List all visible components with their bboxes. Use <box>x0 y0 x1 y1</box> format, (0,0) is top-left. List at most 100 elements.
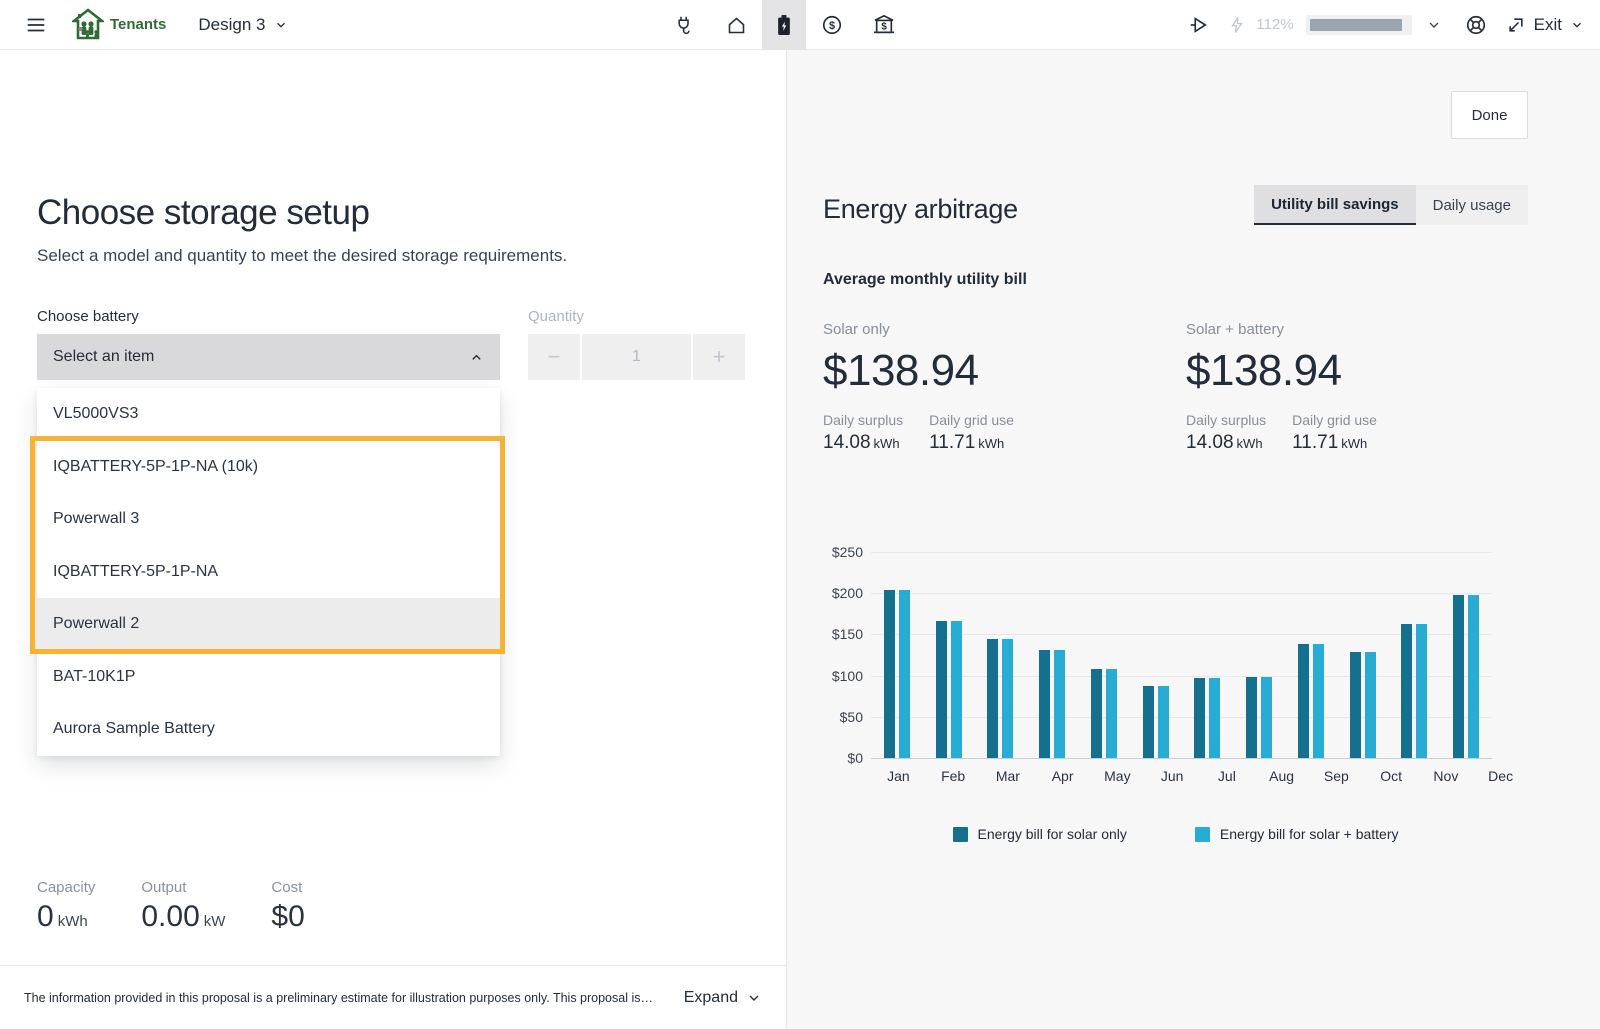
battery-icon[interactable] <box>762 0 806 50</box>
bill-detail-value: 11.71kWh <box>1292 432 1377 454</box>
expand-label: Expand <box>684 989 738 1007</box>
chart-y-axis: $250$200$150$100$50$0 <box>823 552 871 758</box>
bar-group-oct <box>1337 552 1389 758</box>
energy-arbitrage-panel: Done Energy arbitrage Utility bill savin… <box>787 50 1600 1029</box>
page-subtitle: Select a model and quantity to meet the … <box>37 246 786 266</box>
dropdown-item[interactable]: Aurora Sample Battery <box>37 703 500 756</box>
bill-detail: Daily surplus14.08kWh <box>1186 412 1266 454</box>
bar-group-sep <box>1285 552 1337 758</box>
bill-column: Solar only $138.94 Daily surplus 14.08kWh Da… <box>823 321 1186 454</box>
quantity-increment-button[interactable]: + <box>693 334 745 380</box>
legend-label: Energy bill for solar only <box>978 826 1127 842</box>
chart-bars <box>871 552 1492 758</box>
quantity-field-label: Quantity <box>528 308 745 325</box>
exit-label: Exit <box>1534 15 1562 35</box>
bar-group-feb <box>923 552 975 758</box>
plug-icon[interactable] <box>658 0 710 50</box>
quantity-field: Quantity − 1 + <box>528 308 745 380</box>
dropdown-item[interactable]: IQBATTERY-5P-1P-NA <box>37 546 500 599</box>
monthly-bill-chart: $250$200$150$100$50$0 <box>823 552 1492 758</box>
bar-energy-bill-for-solar-only <box>1246 677 1257 758</box>
x-tick-label: Feb <box>926 768 981 784</box>
bill-column-value: $138.94 <box>1186 346 1528 396</box>
home-icon[interactable] <box>710 0 762 50</box>
main-area: Choose storage setup Select a model and … <box>0 50 1600 1029</box>
bar-energy-bill-for-solar-only <box>1453 595 1464 758</box>
x-tick-label: Apr <box>1035 768 1090 784</box>
bill-columns: Solar only$138.94Daily surplus14.08kWhDa… <box>823 321 1528 454</box>
bill-detail: Daily grid use11.71kWh <box>929 412 1014 454</box>
bill-detail-label: Daily grid use <box>1292 412 1377 428</box>
bill-detail-label: Daily grid use <box>929 412 1014 428</box>
summary-stat: Cost$0 <box>271 879 304 934</box>
send-icon[interactable] <box>1176 0 1220 50</box>
bar-energy-bill-for-solar-only <box>1143 686 1154 759</box>
logo-label: Tenants <box>110 16 166 33</box>
bar-energy-bill-for-solar-battery <box>1261 677 1272 758</box>
topbar-mode-icons: $ $ <box>658 0 910 50</box>
app-root: Tenants Design 3 <box>0 0 1600 1029</box>
bar-energy-bill-for-solar-only <box>884 590 895 758</box>
bar-group-jan <box>871 552 923 758</box>
bill-column: Solar + battery$138.94Daily surplus14.08… <box>1186 321 1528 454</box>
dropdown-item[interactable]: VL5000VS3 <box>37 388 500 441</box>
progress-bar[interactable] <box>1306 15 1412 35</box>
y-tick-label: $50 <box>840 709 863 725</box>
done-button[interactable]: Done <box>1451 91 1528 139</box>
summary-stat-label: Capacity <box>37 879 95 896</box>
summary-stat-label: Cost <box>271 879 304 896</box>
x-tick-label: Jun <box>1145 768 1200 784</box>
dropdown-item[interactable]: Powerwall 2 <box>37 598 500 651</box>
bill-detail-label: Daily surplus <box>823 412 903 428</box>
bar-energy-bill-for-solar-battery <box>1106 669 1117 758</box>
lightning-icon <box>1224 0 1250 50</box>
bill-column-label: Solar only <box>823 321 1186 338</box>
battery-select[interactable]: Select an item <box>37 334 500 380</box>
bar-group-may <box>1078 552 1130 758</box>
dollar-coin-icon[interactable]: $ <box>806 0 858 50</box>
summary-stat-unit: kW <box>204 913 226 930</box>
design-selector[interactable]: Design 3 <box>198 15 287 35</box>
bar-energy-bill-for-solar-battery <box>1158 686 1169 759</box>
quantity-stepper: − 1 + <box>528 334 745 380</box>
tab-daily-usage[interactable]: Daily usage <box>1416 185 1528 225</box>
view-tabs: Utility bill savingsDaily usage <box>1254 185 1528 225</box>
x-tick-label: Jan <box>871 768 926 784</box>
exit-chevron-down-icon <box>1570 18 1584 32</box>
bill-details: Daily surplus14.08kWh Daily grid use 11.71… <box>1186 412 1528 454</box>
battery-dropdown-list: VL5000VS3IQBATTERY-5P-1P-NA (10k)Powerwa… <box>37 388 500 756</box>
battery-form-row: Choose battery Select an item VL5000VS3I… <box>37 308 786 380</box>
bill-detail-unit: kWh <box>1341 436 1367 451</box>
page-title: Choose storage setup <box>37 193 786 233</box>
incentives-bank-icon[interactable]: $ <box>858 0 910 50</box>
progress-chevron-down-icon[interactable] <box>1416 0 1452 50</box>
x-tick-label: Nov <box>1419 768 1474 784</box>
summary-stat: Capacity0kWh <box>37 879 95 934</box>
topbar-left: Tenants Design 3 <box>0 0 288 50</box>
expand-chevron-down-icon <box>746 990 762 1006</box>
bill-detail-value: 14.08kWh <box>823 432 903 454</box>
expand-button[interactable]: Expand <box>684 989 762 1007</box>
hamburger-menu-button[interactable] <box>14 0 58 50</box>
help-lifebuoy-icon[interactable] <box>1456 0 1496 50</box>
quantity-decrement-button[interactable]: − <box>528 334 580 380</box>
summary-stat-label: Output <box>141 879 225 896</box>
tab-utility-bill-savings[interactable]: Utility bill savings <box>1254 185 1416 225</box>
dropdown-item[interactable]: Powerwall 3 <box>37 493 500 546</box>
tenants-logo[interactable]: Tenants <box>72 8 166 42</box>
dropdown-item[interactable]: IQBATTERY-5P-1P-NA (10k) <box>37 441 500 494</box>
bar-group-jul <box>1182 552 1234 758</box>
svg-text:$: $ <box>829 20 835 32</box>
bar-energy-bill-for-solar-only <box>1401 624 1412 758</box>
battery-select-value: Select an item <box>53 348 154 366</box>
bill-column-value: $138.94 <box>823 346 1186 396</box>
x-tick-label: Dec <box>1473 768 1528 784</box>
gridline-0 <box>871 758 1492 759</box>
right-panel-header: Energy arbitrage Utility bill savingsDai… <box>823 185 1528 225</box>
bar-energy-bill-for-solar-only <box>987 639 998 758</box>
exit-button[interactable]: Exit <box>1506 15 1584 35</box>
bar-group-mar <box>975 552 1027 758</box>
dropdown-item[interactable]: BAT-10K1P <box>37 651 500 704</box>
bar-energy-bill-for-solar-battery <box>951 621 962 758</box>
bar-energy-bill-for-solar-battery <box>1365 652 1376 758</box>
